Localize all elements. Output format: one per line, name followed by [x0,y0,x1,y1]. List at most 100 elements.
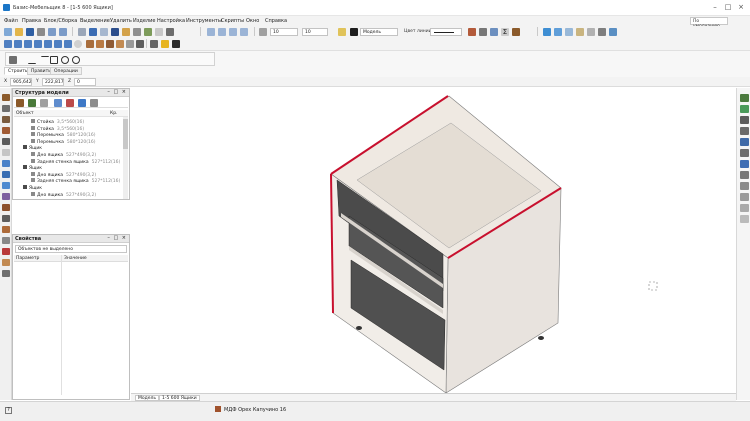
undo-icon[interactable] [48,28,56,36]
draw-line-icon[interactable] [28,56,36,64]
tool-fitting-icon[interactable] [2,215,10,222]
minimize-button[interactable]: – [709,3,721,12]
draw-rect-icon[interactable] [50,56,58,64]
tool-panel-icon[interactable] [2,94,10,101]
tool-door-icon[interactable] [2,138,10,145]
camera-icon[interactable] [172,40,180,48]
zoom-fit-icon[interactable] [229,28,237,36]
menu-edit[interactable]: Правка [22,18,41,24]
view-shaded-icon[interactable] [565,28,573,36]
tree-row[interactable]: Ящик [23,145,42,151]
tree-row[interactable]: Стойка 3,5*560(16) [31,119,84,125]
draw-circle-icon[interactable] [61,56,69,64]
rtool-layer2-icon[interactable] [740,116,749,124]
view-bottom-icon[interactable] [54,40,62,48]
rtool-layer7-icon[interactable] [740,171,749,179]
tree-row[interactable]: Задняя стенка ящика 527*112(16) [31,178,120,184]
rtool-layer8-icon[interactable] [740,182,749,190]
menu-block[interactable]: Блок/Сборка [44,18,77,24]
light-icon[interactable] [161,40,169,48]
pencil-icon[interactable] [122,28,130,36]
menu-help[interactable]: Справка [265,18,287,24]
tree-row[interactable]: Перемычка 580*120(16) [31,138,96,145]
measure-icon[interactable] [133,28,141,36]
tree-row[interactable]: Дно ящика 527*490(3,2) [31,152,96,158]
rtool-layer5-icon[interactable] [740,149,749,157]
rtool-layer4-icon[interactable] [740,138,749,146]
profile-select[interactable]: По умолчанию [690,17,728,29]
view-texture-icon[interactable] [576,28,584,36]
tree-scrollbar[interactable] [123,117,128,199]
tool-board-icon[interactable] [2,105,10,112]
cut-icon[interactable] [479,28,487,36]
sigma-icon[interactable]: Σ [501,28,509,36]
menu-product[interactable]: Изделие [133,18,155,24]
tree-settings-icon[interactable] [90,99,98,107]
select-icon[interactable] [78,28,86,36]
tool-misc-icon[interactable] [2,270,10,277]
fastener-icon[interactable] [136,40,144,48]
menu-select[interactable]: Выделение [80,18,110,24]
view-box-icon[interactable] [598,28,606,36]
tree-build-icon[interactable] [16,99,24,107]
view-back-icon[interactable] [44,40,52,48]
view-front-icon[interactable] [4,40,12,48]
snap-icon[interactable] [166,28,174,36]
box-icon[interactable] [96,40,104,48]
line-style-combo[interactable] [430,28,462,36]
menu-window[interactable]: Окно [246,18,259,24]
material-combo[interactable]: Модель [360,28,398,36]
view-hidden-icon[interactable] [554,28,562,36]
tree-view-icon[interactable] [78,99,86,107]
z-input[interactable]: 0 [74,78,96,86]
tree-row[interactable]: Дно ящика 527*490(3,2) [31,191,96,198]
draw-polyline-icon[interactable] [36,56,50,64]
tool-material-icon[interactable] [2,259,10,266]
tool-edge-icon[interactable] [2,248,10,255]
tree-layer-icon[interactable] [54,99,62,107]
tool-handle-icon[interactable] [2,226,10,233]
tree-filter-icon[interactable] [40,99,48,107]
tree-row[interactable]: Стойка 3,5*560(16) [31,125,84,132]
tool-wall-icon[interactable] [2,116,10,123]
rtool-layer6-icon[interactable] [740,160,749,168]
x-input[interactable]: 905,642 [10,78,32,86]
menu-delete[interactable]: Удалить [110,18,132,24]
rtool-layer9-icon[interactable] [740,193,749,201]
view-iso-icon[interactable] [64,40,72,48]
wrench-icon[interactable] [490,28,498,36]
3d-viewport[interactable] [131,88,736,394]
draw-arc-icon[interactable] [72,56,80,64]
menu-file[interactable]: Файл [4,18,18,24]
layer-combo[interactable]: 10 [270,28,298,36]
rtool-layer3-icon[interactable] [740,127,749,135]
rtool-layer10-icon[interactable] [740,204,749,212]
open-file-icon[interactable] [15,28,23,36]
tree-row[interactable]: Ящик [23,165,42,171]
rtool-expand-icon[interactable] [740,94,749,102]
view-right-icon[interactable] [34,40,42,48]
view-render-icon[interactable] [587,28,595,36]
tree-row[interactable]: Задняя стенка ящика 527*112(16) [31,158,120,165]
new-file-icon[interactable] [4,28,12,36]
move-icon[interactable] [89,28,97,36]
panel-controls[interactable]: – □ × [107,89,127,95]
tool-array-icon[interactable] [2,193,10,200]
save-icon[interactable] [26,28,34,36]
view-wire-icon[interactable] [543,28,551,36]
tree-row[interactable]: Дно ящика 527*490(3,2) [31,171,96,178]
maximize-button[interactable]: □ [722,3,734,12]
shelf-icon[interactable] [116,40,124,48]
print-icon[interactable] [37,28,45,36]
y-input[interactable]: 222,817 [42,78,64,86]
tool-hinge-icon[interactable] [2,204,10,211]
tree-scroll-thumb[interactable] [123,119,128,149]
selection-combo[interactable]: Объектов не выделено [15,245,127,253]
help-icon[interactable]: ? [5,407,12,414]
properties-controls[interactable]: – □ × [107,235,127,241]
layer2-combo[interactable]: 10 [302,28,328,36]
tree-expand-icon[interactable] [28,99,36,107]
view-cube-icon[interactable] [609,28,617,36]
tool-back-icon[interactable] [2,149,10,156]
tool-shelf-icon[interactable] [2,171,10,178]
